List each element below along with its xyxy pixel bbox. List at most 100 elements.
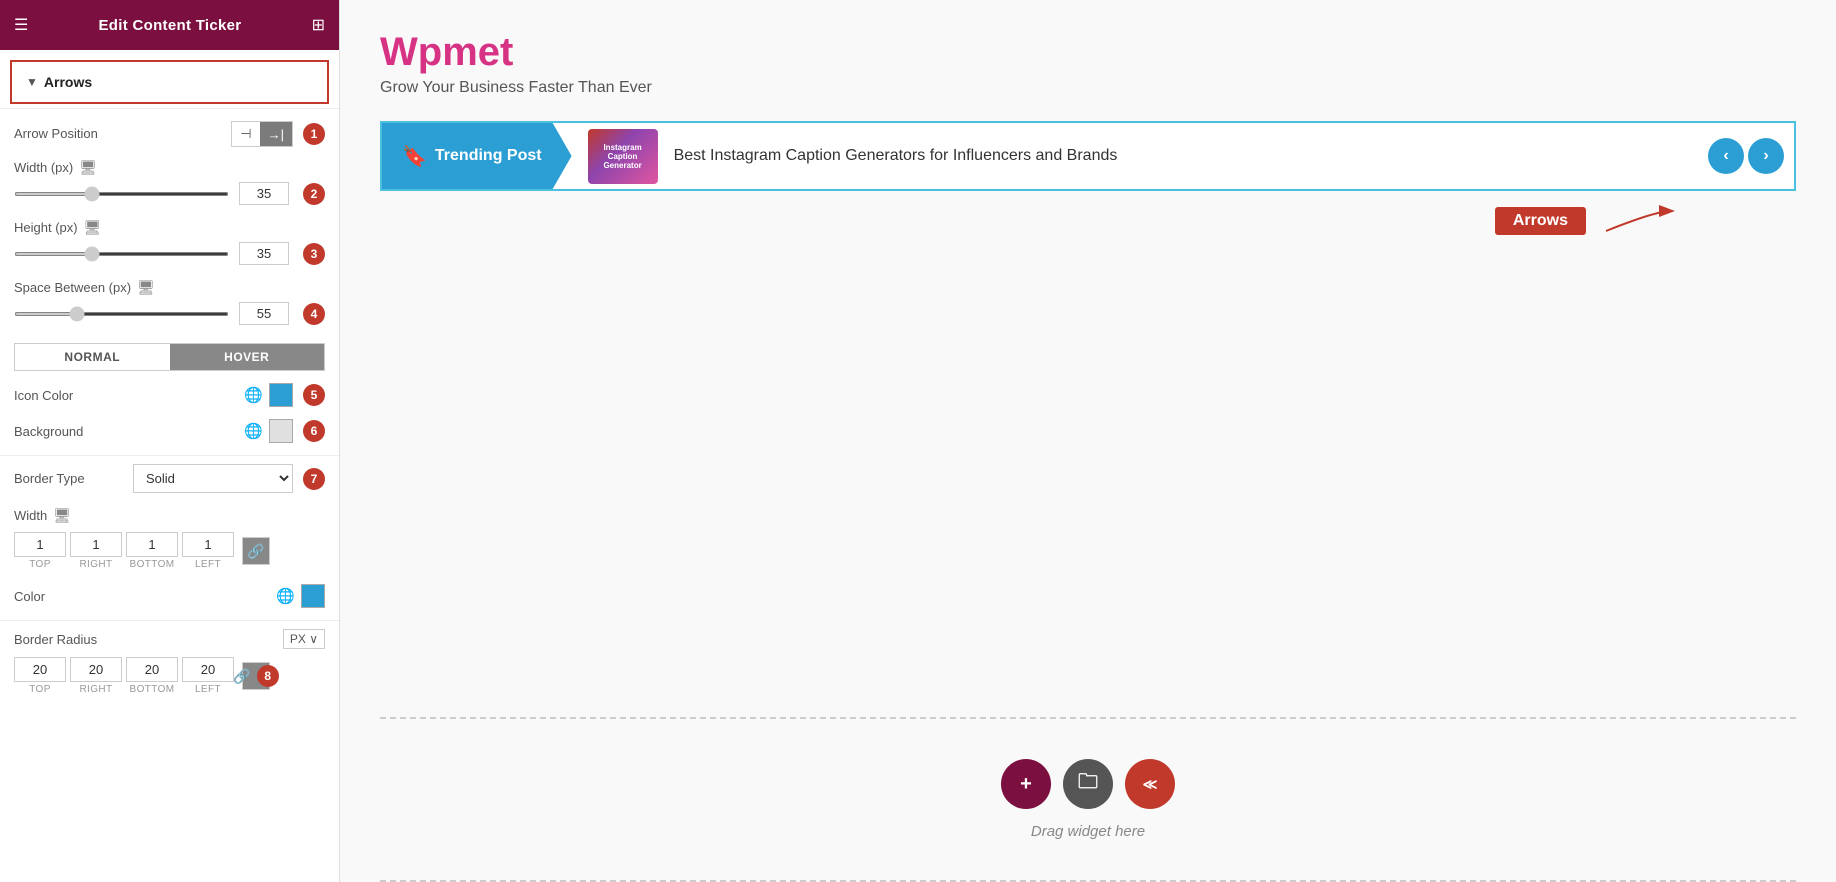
br-bottom-group: 20 BOTTOM	[126, 657, 178, 695]
background-globe-icon[interactable]: 🌐	[244, 422, 263, 440]
panel-title: Edit Content Ticker	[98, 17, 241, 34]
divider-1	[0, 108, 339, 109]
arrow-position-label: Arrow Position	[14, 126, 98, 141]
width-label: Width (px) 🖥	[14, 159, 97, 176]
br-right-input[interactable]: 20	[70, 657, 122, 682]
br-bottom-input[interactable]: 20	[126, 657, 178, 682]
divider-2	[0, 455, 339, 456]
border-color-swatch[interactable]	[301, 584, 325, 608]
elementor-btn[interactable]: ≪	[1125, 759, 1175, 809]
border-top-label: TOP	[29, 559, 51, 570]
br-top-group: 20 TOP	[14, 657, 66, 695]
icon-color-controls: 🌐 5	[244, 383, 325, 407]
ticker-prev-btn[interactable]: ‹	[1708, 138, 1744, 174]
arrow-pos-left-btn[interactable]: ⊣	[232, 122, 259, 146]
border-type-select[interactable]: None Solid Dashed Dotted Double	[133, 464, 293, 493]
widget-buttons: + 🗀 ≪	[1001, 759, 1175, 809]
divider-3	[0, 620, 339, 621]
background-color-row: Background 🌐 6	[0, 415, 339, 451]
arrows-annotation: Arrows	[380, 201, 1796, 241]
icon-color-swatch[interactable]	[269, 383, 293, 407]
add-widget-btn[interactable]: +	[1001, 759, 1051, 809]
preview-area: Wpmet Grow Your Business Faster Than Eve…	[340, 0, 1836, 717]
tab-hover[interactable]: HOVER	[170, 344, 325, 370]
icon-color-row: Icon Color 🌐 5	[0, 379, 339, 415]
background-color-swatch[interactable]	[269, 419, 293, 443]
grid-icon[interactable]: ⊞	[312, 15, 325, 35]
drop-label: Drag widget here	[1031, 823, 1145, 840]
height-input[interactable]: 35	[239, 242, 289, 265]
callout-3: 3	[303, 243, 325, 265]
space-label: Space Between (px) 🖥	[14, 279, 155, 296]
br-left-group: 20 LEFT	[182, 657, 234, 695]
border-color-globe-icon[interactable]: 🌐	[276, 587, 295, 605]
border-top-group: 1 TOP	[14, 532, 66, 570]
ticker-arrows: ‹ ›	[1708, 138, 1794, 174]
border-radius-header: Border Radius PX ∨	[14, 629, 325, 649]
border-width-section: Width 🖥 1 TOP 1 RIGHT 1 BOTTOM 1 L	[0, 503, 339, 580]
icon-color-globe-icon[interactable]: 🌐	[244, 386, 263, 404]
ticker-wrapper: 🔖 Trending Post Instagram Caption Genera…	[380, 121, 1796, 191]
ticker-thumbnail: Instagram Caption Generator	[588, 129, 658, 184]
arrows-section-toggle[interactable]: ▼ Arrows	[10, 60, 329, 104]
space-slider-container: 55 4	[14, 302, 325, 325]
callout-7: 7	[303, 468, 325, 490]
width-monitor-icon: 🖥	[79, 159, 97, 176]
br-left-input[interactable]: 20	[182, 657, 234, 682]
height-monitor-icon: 🖥	[84, 219, 102, 236]
panel-header: ☰ Edit Content Ticker ⊞	[0, 0, 339, 50]
border-left-label: LEFT	[195, 559, 221, 570]
folder-btn[interactable]: 🗀	[1063, 759, 1113, 809]
arrow-position-row: Arrow Position ⊣ →| 1	[0, 113, 339, 155]
ticker-next-btn[interactable]: ›	[1748, 138, 1784, 174]
border-left-input[interactable]: 1	[182, 532, 234, 557]
panel-body: ▼ Arrows Arrow Position ⊣ →| 1 Width (px…	[0, 50, 339, 882]
ticker-text: Best Instagram Caption Generators for In…	[674, 147, 1692, 165]
width-input[interactable]: 35	[239, 182, 289, 205]
border-width-monitor-icon: 🖥	[53, 507, 71, 524]
space-slider[interactable]	[14, 312, 229, 316]
border-radius-section: Border Radius PX ∨ 20 TOP 20 RIGHT 20 BO…	[0, 625, 339, 705]
width-slider-row: Width (px) 🖥 35 2	[0, 155, 339, 215]
border-radius-unit[interactable]: PX ∨	[283, 629, 325, 649]
border-bottom-input[interactable]: 1	[126, 532, 178, 557]
br-bottom-label: BOTTOM	[130, 684, 175, 695]
border-right-group: 1 RIGHT	[70, 532, 122, 570]
space-input[interactable]: 55	[239, 302, 289, 325]
height-slider[interactable]	[14, 252, 229, 256]
br-link-icon[interactable]: 🔗 8	[242, 662, 270, 690]
border-bottom-group: 1 BOTTOM	[126, 532, 178, 570]
right-panel: Wpmet Grow Your Business Faster Than Eve…	[340, 0, 1836, 882]
br-top-input[interactable]: 20	[14, 657, 66, 682]
height-slider-container: 35 3	[14, 242, 325, 265]
br-left-label: LEFT	[195, 684, 221, 695]
border-link-icon[interactable]: 🔗	[242, 537, 270, 565]
border-right-input[interactable]: 1	[70, 532, 122, 557]
arrow-position-buttons: ⊣ →|	[231, 121, 293, 147]
border-color-row: Color 🌐	[0, 580, 339, 616]
ticker-bookmark-icon: 🔖	[402, 144, 427, 169]
callout-1: 1	[303, 123, 325, 145]
callout-5: 5	[303, 384, 325, 406]
ticker-label: 🔖 Trending Post	[382, 123, 572, 189]
hamburger-icon[interactable]: ☰	[14, 15, 28, 35]
width-slider-container: 35 2	[14, 182, 325, 205]
br-right-group: 20 RIGHT	[70, 657, 122, 695]
height-slider-row: Height (px) 🖥 35 3	[0, 215, 339, 275]
ticker-label-text: Trending Post	[435, 147, 542, 165]
arrows-annotation-container: Arrows	[380, 201, 1796, 241]
border-left-group: 1 LEFT	[182, 532, 234, 570]
callout-2: 2	[303, 183, 325, 205]
height-label: Height (px) 🖥	[14, 219, 101, 236]
width-slider[interactable]	[14, 192, 229, 196]
border-top-input[interactable]: 1	[14, 532, 66, 557]
callout-8: 8	[257, 665, 279, 687]
section-label: Arrows	[44, 74, 92, 90]
border-right-label: RIGHT	[79, 559, 112, 570]
tab-normal[interactable]: NORMAL	[15, 344, 170, 370]
arrow-pos-right-btn[interactable]: →|	[260, 122, 292, 146]
callout-6: 6	[303, 420, 325, 442]
widget-drop-area: + 🗀 ≪ Drag widget here	[340, 719, 1836, 880]
section-arrow-icon: ▼	[26, 75, 38, 89]
brand-subtitle: Grow Your Business Faster Than Ever	[380, 79, 1796, 97]
